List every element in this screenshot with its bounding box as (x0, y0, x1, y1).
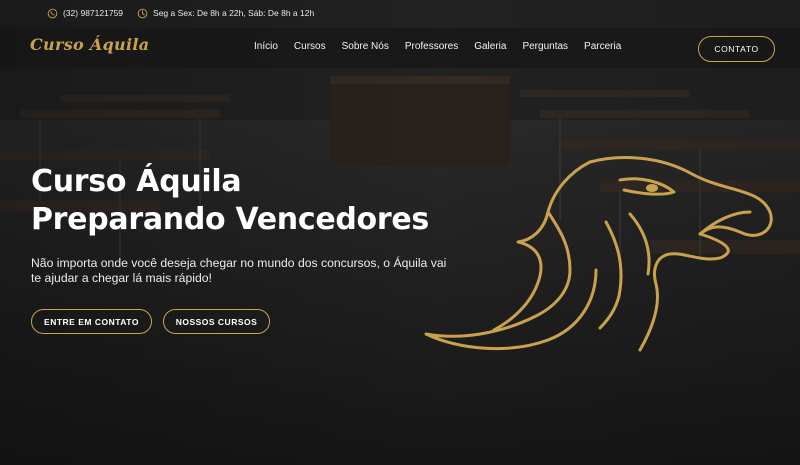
eagle-eye (646, 184, 658, 192)
hours-item: Seg a Sex: De 8h a 22h, Sáb: De 8h a 12h (137, 8, 314, 19)
hero-title-line1: Curso Áquila (31, 164, 242, 199)
nav-perguntas[interactable]: Perguntas (522, 41, 568, 52)
nav-galeria[interactable]: Galeria (474, 41, 506, 52)
nav-parceria[interactable]: Parceria (584, 41, 621, 52)
main-navbar: Curso Áquila Início Cursos Sobre Nós Pro… (0, 28, 800, 68)
nav-inicio[interactable]: Início (254, 41, 278, 52)
clock-icon (137, 8, 148, 18)
eagle-icon (424, 156, 773, 352)
phone-item[interactable]: (32) 987121759 (47, 8, 123, 19)
nav-links: Início Cursos Sobre Nós Professores Gale… (254, 41, 637, 52)
hero-subtitle: Não importa onde você deseja chegar no m… (31, 256, 447, 285)
hours-text: Seg a Sex: De 8h a 22h, Sáb: De 8h a 12h (153, 8, 315, 18)
nav-sobre-nos[interactable]: Sobre Nós (342, 41, 389, 52)
logo[interactable]: Curso Áquila (30, 35, 149, 54)
whatsapp-icon (47, 8, 58, 18)
hero-title: Curso Áquila Preparando Vencedores (31, 163, 429, 239)
nav-professores[interactable]: Professores (405, 41, 458, 52)
nossos-cursos-button[interactable]: NOSSOS CURSOS (163, 309, 270, 334)
phone-text: (32) 987121759 (63, 8, 124, 18)
hero-title-line2: Preparando Vencedores (31, 202, 429, 237)
contato-button[interactable]: CONTATO (698, 36, 775, 62)
top-info-bar: (32) 987121759 Seg a Sex: De 8h a 22h, S… (0, 0, 800, 26)
entre-em-contato-button[interactable]: ENTRE EM CONTATO (31, 309, 152, 334)
nav-cursos[interactable]: Cursos (294, 41, 326, 52)
